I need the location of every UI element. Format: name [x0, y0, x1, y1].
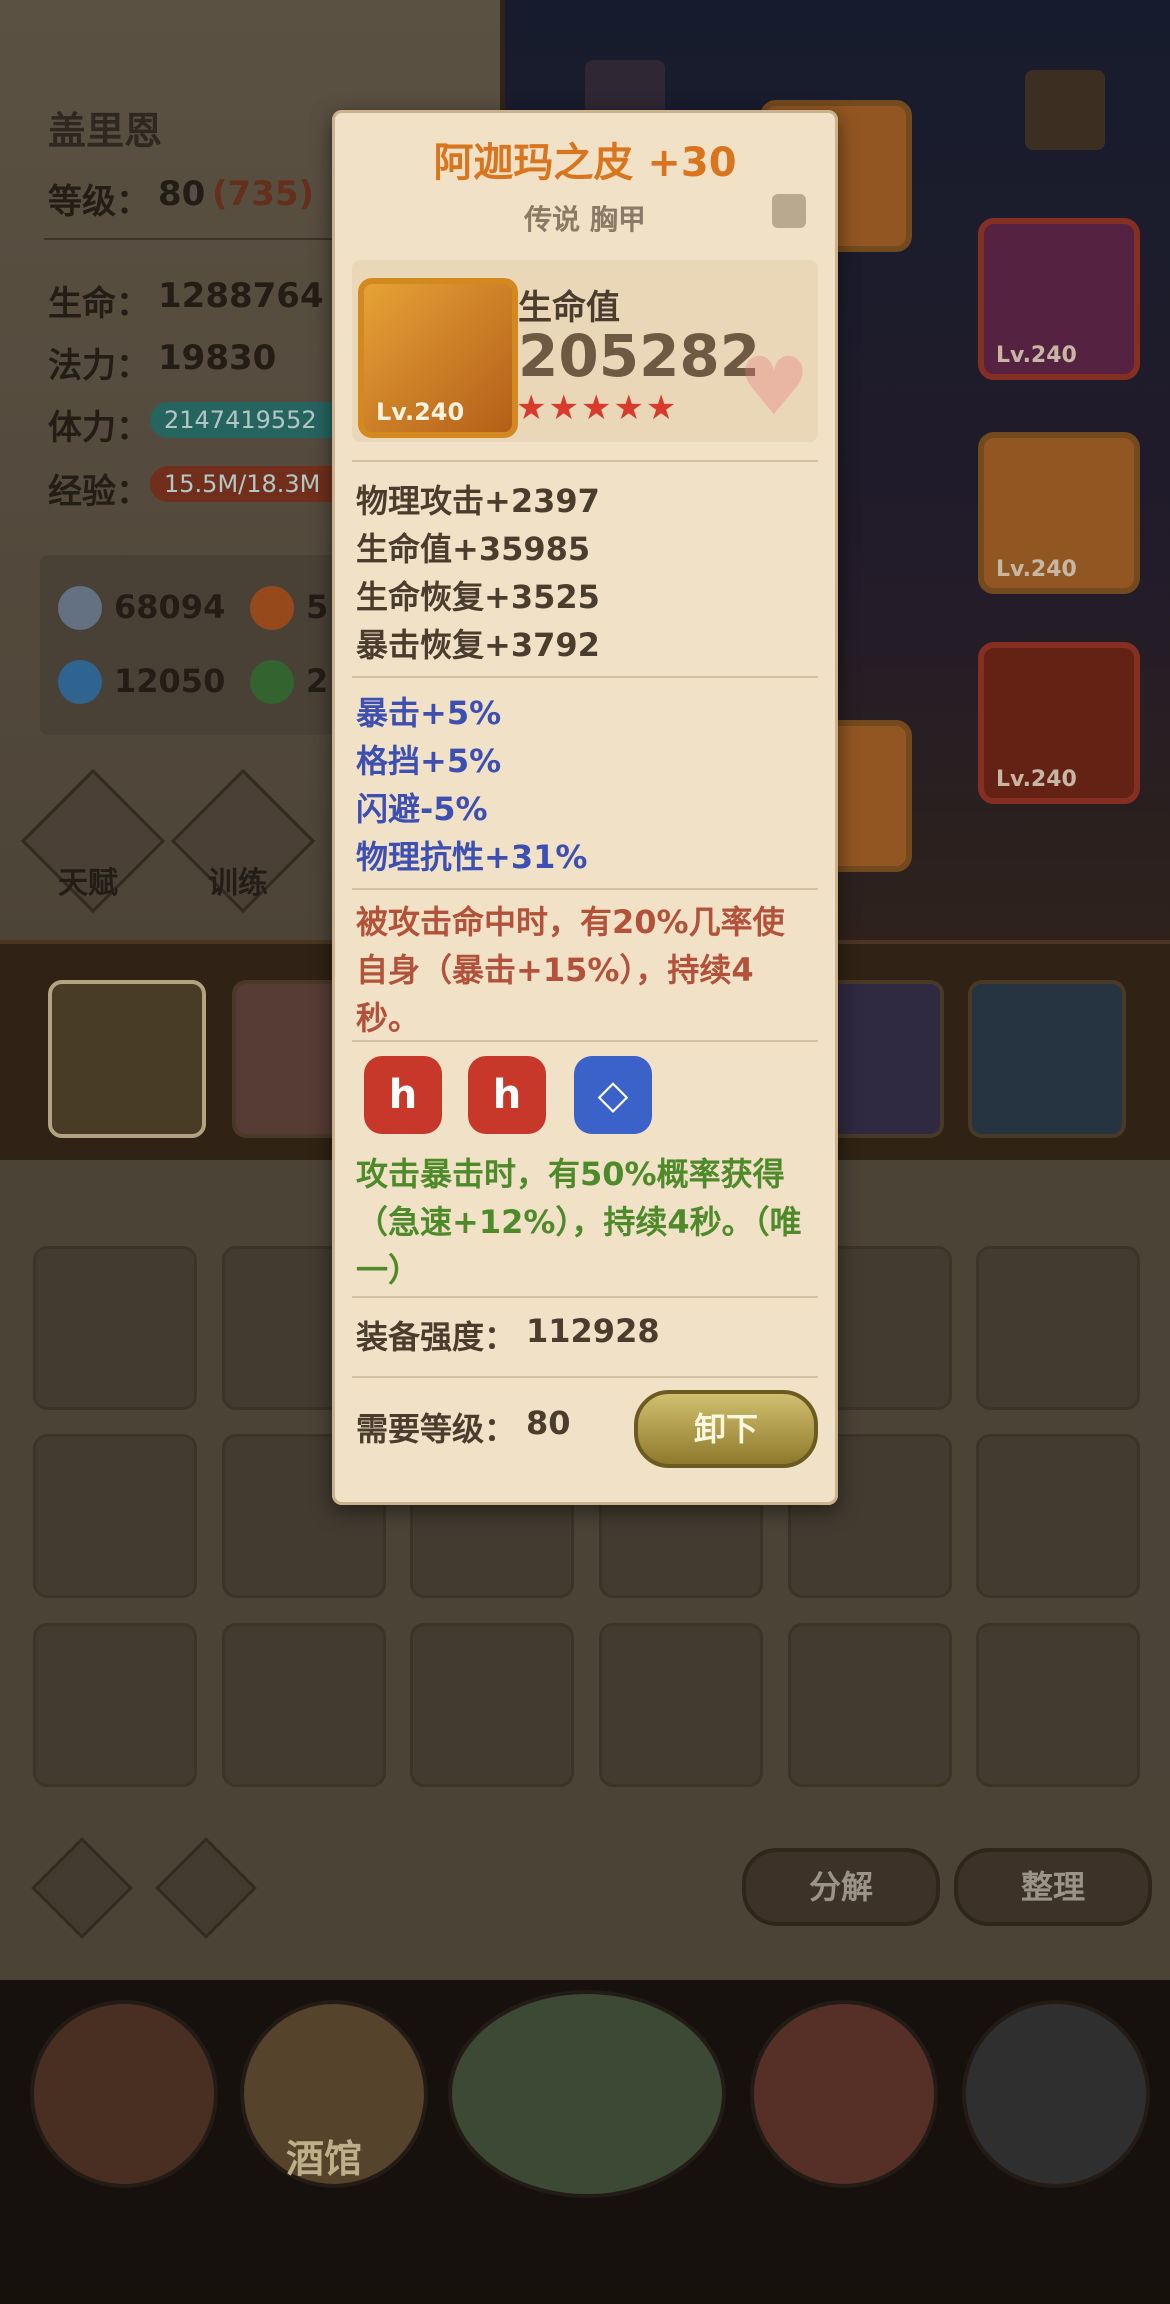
item-subtitle: 传说 胸甲: [524, 203, 646, 236]
base-stat: 生命值+35985: [356, 530, 591, 568]
divider: [352, 888, 818, 890]
base-stat: 生命恢复+3525: [356, 578, 600, 616]
item-title: 阿迦玛之皮 +30: [433, 140, 737, 186]
set-effect: 攻击暴击时，有50%概率获得（急速+12%），持续4秒。（唯一）: [356, 1155, 802, 1289]
bonus-stat: 格挡+5%: [356, 742, 502, 780]
item-icon: Lv.240: [358, 278, 518, 438]
ruby-gem-icon: h: [468, 1056, 546, 1134]
divider: [352, 1040, 818, 1042]
power-label: 装备强度：: [356, 1318, 517, 1356]
divider: [352, 676, 818, 678]
item-tooltip: 阿迦玛之皮 +30 传说 胸甲 Lv.240 生命值 205282 ★★★★★ …: [332, 110, 838, 1505]
bonus-stat: 闪避-5%: [356, 790, 488, 828]
required-level-label: 需要等级：: [356, 1410, 517, 1448]
unequip-button[interactable]: 卸下: [634, 1390, 818, 1468]
base-stat: 物理攻击+2397: [356, 482, 600, 520]
bonus-stat: 暴击+5%: [356, 694, 502, 732]
rarity-stars: ★★★★★: [516, 388, 679, 428]
chest-armor-icon: [772, 194, 806, 228]
required-level-value: 80: [526, 1404, 571, 1442]
bonus-stat: 物理抗性+31%: [356, 838, 588, 876]
item-level: Lv.240: [376, 398, 465, 426]
divider: [352, 460, 818, 462]
heart-icon: ♥: [738, 340, 810, 433]
base-stat: 暴击恢复+3792: [356, 626, 600, 664]
passive-effect: 被攻击命中时，有20%几率使自身（暴击+15%），持续4秒。: [356, 903, 785, 1037]
divider: [352, 1296, 818, 1298]
divider: [352, 1376, 818, 1378]
sapphire-gem-icon: ◇: [574, 1056, 652, 1134]
ruby-gem-icon: h: [364, 1056, 442, 1134]
power-value: 112928: [526, 1312, 660, 1350]
main-stat-value: 205282: [518, 322, 761, 390]
